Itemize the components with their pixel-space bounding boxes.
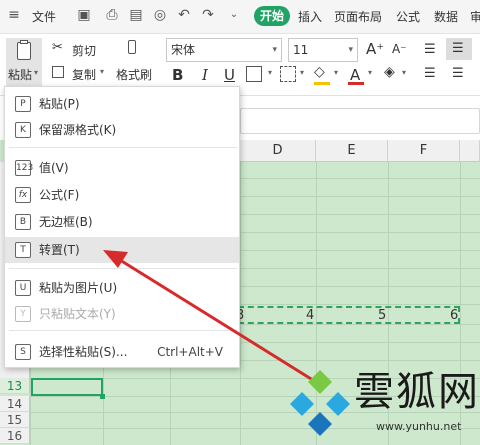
watermark-url: www.yunhu.net: [376, 420, 462, 433]
yunhu-logo-icon: [290, 370, 350, 436]
arrow-shaft: [119, 258, 317, 384]
arrow-head: [103, 250, 128, 268]
watermark-text: 雲狐网: [354, 369, 480, 415]
